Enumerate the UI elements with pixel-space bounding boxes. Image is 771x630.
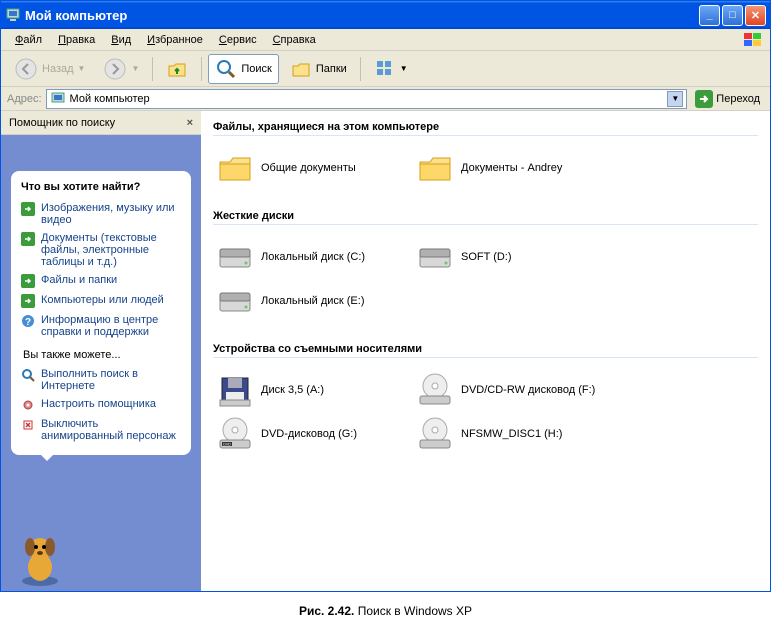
menu-вид[interactable]: Вид — [103, 32, 139, 48]
search-option[interactable]: Документы (текстовые файлы, электронные … — [21, 229, 183, 271]
views-icon — [374, 58, 396, 80]
item-label: Локальный диск (E:) — [261, 295, 365, 307]
menu-избранное[interactable]: Избранное — [139, 32, 211, 48]
group-header: Файлы, хранящиеся на этом компьютере — [213, 115, 758, 136]
views-button[interactable]: ▼ — [367, 54, 415, 84]
search-also-option[interactable]: Выключить анимированный персонаж — [21, 415, 183, 445]
maximize-button[interactable]: □ — [722, 5, 743, 26]
item-folder[interactable]: Документы - Andrey — [413, 146, 613, 190]
menu-сервис[interactable]: Сервис — [211, 32, 265, 48]
item-dvd[interactable]: DVD DVD-дисковод (G:) — [213, 412, 413, 456]
item-hdd[interactable]: Локальный диск (E:) — [213, 279, 413, 323]
chevron-down-icon: ▼ — [78, 64, 86, 73]
search-option[interactable]: Файлы и папки — [21, 271, 183, 291]
folders-icon — [290, 58, 312, 80]
item-cd[interactable]: DVD/CD-RW дисковод (F:) — [413, 368, 613, 412]
item-folder[interactable]: Общие документы — [213, 146, 413, 190]
forward-button[interactable]: ▼ — [96, 53, 146, 85]
search-question: Что вы хотите найти? — [21, 181, 183, 193]
folder-up-icon — [166, 58, 188, 80]
search-option[interactable]: Компьютеры или людей — [21, 291, 183, 311]
forward-icon — [103, 57, 127, 81]
item-label: Документы - Andrey — [461, 162, 562, 174]
item-label: Диск 3,5 (A:) — [261, 384, 324, 396]
titlebar[interactable]: Мой компьютер _ □ ✕ — [1, 1, 770, 29]
menubar: ФайлПравкаВидИзбранноеСервисСправка — [1, 29, 770, 51]
figure-caption: Рис. 2.42. Поиск в Windows XP — [0, 592, 771, 630]
search-dog-character[interactable] — [1, 527, 201, 591]
window-title: Мой компьютер — [25, 8, 127, 23]
group-header: Жесткие диски — [213, 204, 758, 225]
item-label: DVD/CD-RW дисковод (F:) — [461, 384, 595, 396]
search-also-option[interactable]: Выполнить поиск в Интернете — [21, 365, 183, 395]
svg-text:?: ? — [25, 317, 31, 328]
item-label: DVD-дисковод (G:) — [261, 428, 357, 440]
back-icon — [14, 57, 38, 81]
search-also-option[interactable]: Настроить помощника — [21, 395, 183, 415]
close-pane-button[interactable]: × — [187, 117, 193, 129]
pane-header: Помощник по поиску × — [1, 111, 201, 135]
svg-text:DVD: DVD — [223, 443, 231, 447]
item-label: Локальный диск (C:) — [261, 251, 365, 263]
chevron-down-icon: ▼ — [400, 64, 408, 73]
my-computer-icon — [50, 91, 66, 107]
go-button[interactable]: Переход — [691, 88, 764, 110]
address-label: Адрес: — [7, 93, 42, 105]
also-label: Вы также можете... — [21, 341, 183, 365]
windows-flag-icon — [742, 31, 764, 49]
menu-правка[interactable]: Правка — [50, 32, 103, 48]
minimize-button[interactable]: _ — [699, 5, 720, 26]
item-label: Общие документы — [261, 162, 356, 174]
search-icon — [215, 58, 237, 80]
address-dropdown[interactable]: ▼ — [667, 91, 683, 107]
item-label: NFSMW_DISC1 (H:) — [461, 428, 562, 440]
menu-файл[interactable]: Файл — [7, 32, 50, 48]
body: Помощник по поиску × Что вы хотите найти… — [1, 111, 770, 591]
search-balloon: Что вы хотите найти? Изображения, музыку… — [11, 171, 191, 455]
address-value: Мой компьютер — [70, 93, 150, 105]
item-hdd[interactable]: Локальный диск (C:) — [213, 235, 413, 279]
group-header: Устройства со съемными носителями — [213, 337, 758, 358]
explorer-window: Мой компьютер _ □ ✕ ФайлПравкаВидИзбранн… — [0, 0, 771, 592]
menu-справка[interactable]: Справка — [265, 32, 324, 48]
toolbar: Назад ▼ ▼ Поиск Папки ▼ — [1, 51, 770, 87]
search-option[interactable]: Изображения, музыку или видео — [21, 199, 183, 229]
search-button[interactable]: Поиск — [208, 54, 278, 84]
item-hdd[interactable]: SOFT (D:) — [413, 235, 613, 279]
addressbar: Адрес: Мой компьютер ▼ Переход — [1, 87, 770, 111]
chevron-down-icon: ▼ — [131, 64, 139, 73]
go-icon — [695, 90, 713, 108]
my-computer-icon — [5, 7, 21, 23]
search-companion-pane: Помощник по поиску × Что вы хотите найти… — [1, 111, 201, 591]
up-button[interactable] — [159, 54, 195, 84]
item-cd[interactable]: NFSMW_DISC1 (H:) — [413, 412, 613, 456]
folders-button[interactable]: Папки — [283, 54, 354, 84]
item-floppy[interactable]: Диск 3,5 (A:) — [213, 368, 413, 412]
search-option[interactable]: ?Информацию в центре справки и поддержки — [21, 311, 183, 341]
close-button[interactable]: ✕ — [745, 5, 766, 26]
item-label: SOFT (D:) — [461, 251, 512, 263]
content-area: Файлы, хранящиеся на этом компьютере Общи… — [201, 111, 770, 591]
back-button[interactable]: Назад ▼ — [7, 53, 92, 85]
address-input[interactable]: Мой компьютер ▼ — [46, 89, 688, 109]
